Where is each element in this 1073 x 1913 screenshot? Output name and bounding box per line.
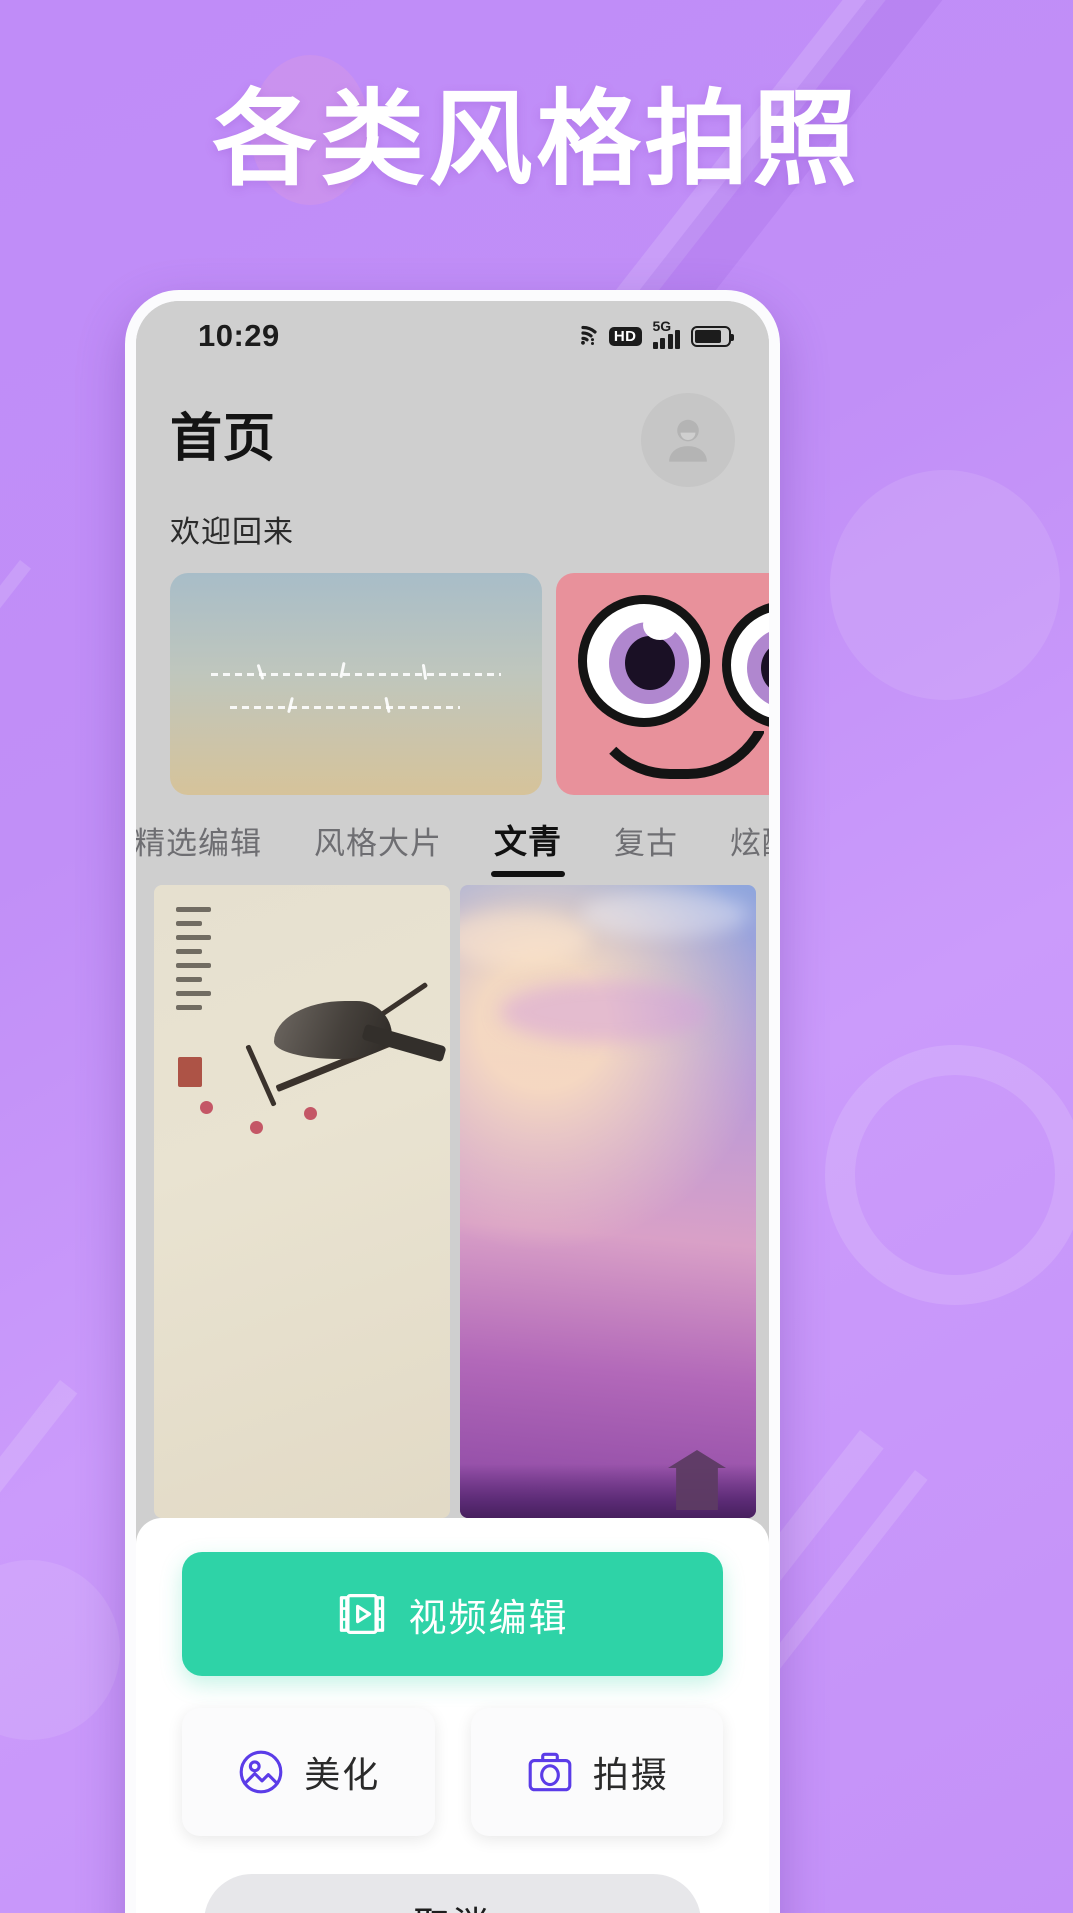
decorative-blob (830, 470, 1060, 700)
signal-bars-icon: 5G (652, 319, 680, 349)
plum-blossom (304, 1107, 317, 1120)
tab-label: 复古 (614, 826, 678, 861)
phone-screen: 10:29 HD 5G 首页 欢迎回来 精选编辑 风格大片 文青 复古 炫 视频… (136, 301, 769, 1913)
plum-blossom (200, 1101, 213, 1114)
cloud (460, 911, 590, 965)
cancel-button[interactable]: 取消 (204, 1874, 701, 1913)
beautify-button[interactable]: 美化 (182, 1708, 435, 1836)
welcome-text: 欢迎回来 (170, 516, 294, 549)
tab-fenggedapian[interactable]: 风格大片 (288, 818, 468, 881)
shoot-button[interactable]: 拍摄 (470, 1708, 723, 1836)
plum-blossom (250, 1121, 263, 1134)
video-edit-button[interactable]: 视频编辑 (182, 1552, 723, 1676)
tab-xuanku[interactable]: 炫酷 (704, 818, 769, 881)
film-play-icon (340, 1593, 385, 1635)
tab-wenqing[interactable]: 文青 (468, 815, 588, 881)
cartoon-glint (643, 610, 677, 640)
decorative-stripe (0, 1380, 78, 1725)
seal-stamp (178, 1057, 202, 1087)
branch (245, 1044, 277, 1107)
battery-icon (691, 325, 734, 347)
action-sheet: 视频编辑 美化 拍摄 (136, 1518, 769, 1913)
decorative-stripe (0, 560, 32, 869)
gallery-item-ink-painting[interactable] (154, 885, 450, 1518)
image-icon (239, 1750, 283, 1794)
cartoon-smile (584, 693, 769, 779)
video-edit-label: 视频编辑 (408, 1597, 569, 1640)
handwriting-line (210, 672, 502, 676)
carousel-item-handwriting[interactable] (170, 573, 542, 795)
calligraphy-marks (176, 907, 216, 1010)
person-icon (669, 419, 707, 462)
pagoda (668, 1450, 726, 1510)
secondary-actions: 美化 拍摄 (182, 1708, 723, 1836)
tab-label: 炫酷 (730, 826, 769, 861)
cancel-label: 取消 (413, 1896, 491, 1913)
cloud (500, 981, 710, 1043)
category-tabs[interactable]: 精选编辑 风格大片 文青 复古 炫酷 (136, 815, 769, 881)
phone-mockup: 10:29 HD 5G 首页 欢迎回来 精选编辑 风格大片 文青 复古 炫 视频… (125, 290, 780, 1913)
title-row: 首页 (170, 393, 735, 487)
shoot-label: 拍摄 (592, 1754, 669, 1795)
page-title: 首页 (170, 410, 277, 469)
cloud (580, 891, 750, 937)
gallery-item-purple-sky[interactable] (460, 885, 756, 1518)
tab-label: 精选编辑 (136, 826, 262, 861)
tab-jingxuanbianji[interactable]: 精选编辑 (136, 818, 288, 881)
avatar[interactable] (641, 393, 735, 487)
tab-fugu[interactable]: 复古 (588, 818, 704, 881)
network-type-label: 5G (652, 318, 672, 334)
hd-badge: HD (608, 326, 642, 346)
decorative-blob (0, 1560, 120, 1740)
promo-poster: 各类风格拍照 10:29 HD 5G 首页 欢迎回来 精选编辑 风格大片 文青 … (0, 0, 1073, 1913)
tab-label: 风格大片 (314, 826, 442, 861)
tab-label: 文青 (494, 823, 562, 860)
carousel[interactable] (136, 573, 769, 795)
app-header: 首页 欢迎回来 (136, 371, 769, 551)
bird-tail (361, 1023, 447, 1063)
handwriting-line (229, 706, 461, 710)
wifi-icon (568, 322, 598, 351)
camera-icon (528, 1752, 572, 1792)
style-gallery[interactable] (136, 885, 769, 1518)
beautify-label: 美化 (304, 1754, 381, 1795)
status-time: 10:29 (198, 318, 280, 353)
status-bar: 10:29 HD 5G (136, 301, 769, 371)
carousel-item-cartoon-eyes[interactable] (556, 573, 769, 795)
decorative-ring (825, 1045, 1073, 1305)
cartoon-pupil (625, 636, 675, 690)
promo-headline: 各类风格拍照 (212, 78, 861, 200)
status-icons: HD 5G (568, 319, 734, 351)
